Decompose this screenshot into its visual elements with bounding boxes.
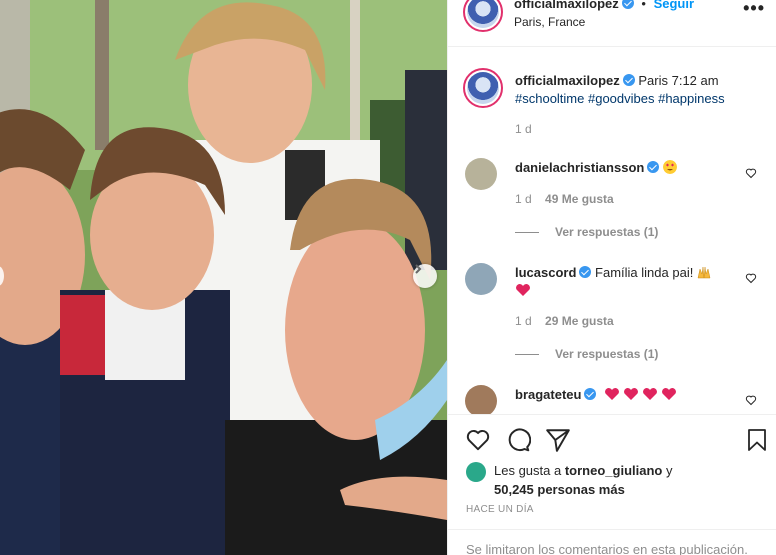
post-location[interactable]: Paris, France xyxy=(514,15,585,29)
verified-icon xyxy=(579,266,592,278)
caption: officialmaxilopez Paris 7:12 am #schoolt… xyxy=(515,72,765,108)
comment-avatar[interactable] xyxy=(465,385,497,414)
comment-username[interactable]: bragateteu xyxy=(515,387,581,402)
red-heart-emoji-icon xyxy=(662,388,677,400)
verified-icon xyxy=(621,0,634,9)
author-username[interactable]: officialmaxilopez xyxy=(514,0,619,11)
replies-line xyxy=(515,232,539,234)
caption-time[interactable]: 1 d xyxy=(515,122,532,136)
red-heart-emoji-icon xyxy=(624,388,639,400)
post-photo[interactable] xyxy=(0,0,447,555)
comment-meta: 1 d 29 Me gusta xyxy=(515,314,614,328)
caption-username[interactable]: officialmaxilopez xyxy=(515,73,620,88)
header-user-line: officialmaxilopez • Seguir xyxy=(514,0,694,11)
comment-1: danielachristiansson xyxy=(515,159,677,177)
author-avatar[interactable] xyxy=(463,0,503,32)
view-replies-button[interactable]: Ver respuestas (1) xyxy=(515,225,658,239)
likes-summary: Les gusta a torneo_giuliano y 50,245 per… xyxy=(494,461,672,499)
view-replies-label: Ver respuestas (1) xyxy=(555,347,659,361)
comment-likes[interactable]: 29 Me gusta xyxy=(545,314,614,328)
caption-hashtags[interactable]: #schooltime #goodvibes #happiness xyxy=(515,91,725,106)
more-options-icon[interactable]: ••• xyxy=(743,0,765,19)
likes-joiner: y xyxy=(665,463,673,478)
post-actions: Les gusta a torneo_giuliano y 50,245 per… xyxy=(448,414,776,555)
comment-username[interactable]: lucascord xyxy=(515,265,576,280)
post-header: officialmaxilopez • Seguir Paris, France… xyxy=(448,0,776,47)
comment-like-heart-icon[interactable] xyxy=(745,272,757,284)
likes-prefix: Les gusta a xyxy=(494,463,562,478)
comment-meta: 1 d 49 Me gusta xyxy=(515,192,614,206)
comment-like-heart-icon[interactable] xyxy=(745,394,757,406)
view-replies-label: Ver respuestas (1) xyxy=(555,225,659,239)
comment-3: bragateteu xyxy=(515,386,680,404)
chevron-right-icon xyxy=(415,264,422,274)
comment-avatar[interactable] xyxy=(465,263,497,295)
comment-text: Família linda pai! xyxy=(595,265,694,280)
raising-hands-emoji-icon xyxy=(697,266,711,279)
next-arrow-button[interactable] xyxy=(413,264,437,288)
caption-text: Paris 7:12 am xyxy=(638,73,719,88)
view-replies-button[interactable]: Ver respuestas (1) xyxy=(515,347,658,361)
comments-limited-notice: Se limitaron los comentarios en esta pub… xyxy=(448,529,776,555)
comment-time[interactable]: 1 d xyxy=(515,192,532,206)
comment-like-heart-icon[interactable] xyxy=(745,167,757,179)
send-icon[interactable] xyxy=(545,427,571,453)
red-heart-emoji-icon xyxy=(643,388,658,400)
comments-list[interactable]: officialmaxilopez Paris 7:12 am #schoolt… xyxy=(448,48,776,414)
hearts-group xyxy=(604,387,680,402)
bookmark-icon[interactable] xyxy=(745,427,769,453)
comment-time[interactable]: 1 d xyxy=(515,314,532,328)
post-time[interactable]: HACE UN DÍA xyxy=(466,504,534,515)
verified-icon xyxy=(622,74,635,86)
liker-avatar[interactable] xyxy=(466,462,486,482)
caption-avatar[interactable] xyxy=(463,68,503,108)
verified-icon xyxy=(584,388,597,400)
heart-icon[interactable] xyxy=(465,427,491,453)
post-sidebar: officialmaxilopez • Seguir Paris, France… xyxy=(447,0,776,555)
red-heart-emoji-icon xyxy=(605,388,620,400)
comment-icon[interactable] xyxy=(505,427,531,453)
comment-avatar[interactable] xyxy=(465,158,497,190)
header-separator: • xyxy=(641,0,646,11)
comment-likes[interactable]: 49 Me gusta xyxy=(545,192,614,206)
replies-line xyxy=(515,354,539,356)
heart-eyes-emoji-icon xyxy=(662,160,677,174)
likes-count[interactable]: 50,245 personas más xyxy=(494,482,625,497)
follow-button[interactable]: Seguir xyxy=(654,0,694,11)
verified-icon xyxy=(647,161,660,173)
photo-illustration xyxy=(0,0,447,555)
comment-2: lucascord Família linda pai! xyxy=(515,264,745,300)
comment-username[interactable]: danielachristiansson xyxy=(515,160,644,175)
red-heart-emoji-icon xyxy=(516,284,530,296)
liker-username[interactable]: torneo_giuliano xyxy=(565,463,663,478)
